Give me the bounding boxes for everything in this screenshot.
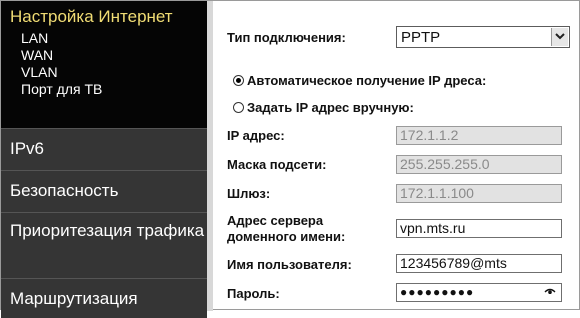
radio-auto-ip[interactable]: Автоматическое получение IP дреса: [233,73,486,89]
chevron-down-icon [555,33,565,40]
gateway-field[interactable]: 172.1.1.100 [396,184,562,203]
dropdown-button[interactable] [551,28,568,46]
connection-settings-form: Тип подключения: PPTP Автоматическое пол… [213,1,580,311]
connection-type-label: Тип подключения: [227,30,346,45]
subnet-mask-field[interactable]: 255.255.255.0 [396,155,562,174]
sidebar-item-ipv6[interactable]: IPv6 [1,128,207,170]
sidebar-item-security[interactable]: Безопасность [1,170,207,212]
subnet-mask-label: Маска подсети: [227,157,327,172]
connection-type-value: PPTP [401,29,441,46]
sidebar-item-traffic-priority[interactable]: Приоритезация трафика [1,212,207,278]
ip-address-label: IP адрес: [227,128,285,143]
eye-icon[interactable] [544,287,556,296]
username-field[interactable]: 123456789@mts [396,254,562,273]
server-address-label-line2: доменного имени: [227,229,346,244]
radio-auto-ip-label: Автоматическое получение IP дреса: [247,73,487,88]
username-label: Имя пользователя: [227,257,352,272]
sidebar-item-routing[interactable]: Маршрутизация [1,278,207,318]
sidebar-subitem-wan[interactable]: WAN [21,47,207,64]
radio-auto-ip-button[interactable] [233,75,244,86]
sidebar-subitem-vlan[interactable]: VLAN [21,64,207,81]
password-label: Пароль: [227,286,280,301]
radio-manual-ip[interactable]: Задать IP адрес вручную: [233,100,414,116]
sidebar-subitem-tv-port[interactable]: Порт для ТВ [21,81,207,98]
sidebar-submenu: LAN WAN VLAN Порт для ТВ [1,30,207,98]
ip-address-field[interactable]: 172.1.1.2 [396,126,562,145]
radio-manual-ip-button[interactable] [233,102,244,113]
sidebar-section-internet: Настройка Интернет LAN WAN VLAN Порт для… [1,1,207,128]
server-address-label-line1: Адрес сервера [227,213,324,228]
radio-manual-ip-label: Задать IP адрес вручную: [247,100,414,115]
sidebar: Настройка Интернет LAN WAN VLAN Порт для… [1,1,207,318]
sidebar-title[interactable]: Настройка Интернет [1,7,207,27]
sidebar-subitem-lan[interactable]: LAN [21,30,207,47]
connection-type-select[interactable]: PPTP [396,26,570,48]
password-field[interactable]: ●●●●●●●●● [396,283,562,302]
router-settings-page: Настройка Интернет LAN WAN VLAN Порт для… [0,0,580,318]
password-value: ●●●●●●●●● [400,285,475,299]
gateway-label: Шлюз: [227,186,271,201]
server-address-field[interactable]: vpn.mts.ru [396,219,562,238]
